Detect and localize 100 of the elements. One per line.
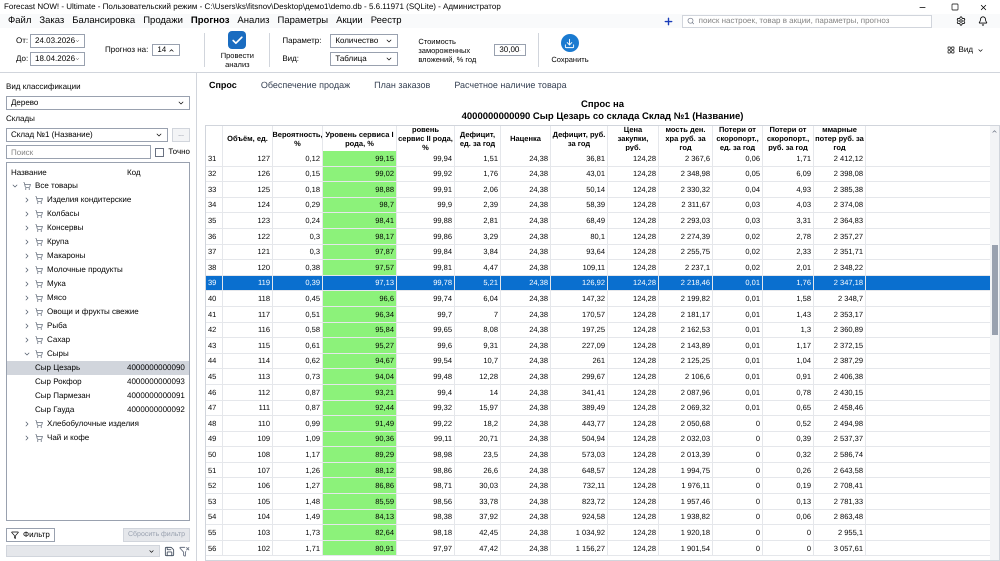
tree-item[interactable]: Изделия кондитерские — [7, 193, 189, 207]
date-field[interactable]: 18.04.2026 — [30, 52, 85, 66]
tab[interactable]: Расчетное наличие товара — [454, 79, 567, 93]
scroll-up-icon[interactable] — [991, 128, 998, 135]
cart-icon — [35, 308, 43, 316]
view-menu-button[interactable]: Вид — [946, 44, 984, 56]
tree-item[interactable]: Консервы — [7, 221, 189, 235]
search-icon — [687, 17, 695, 25]
tree-item[interactable]: Чай и кофе — [7, 431, 189, 445]
tree-item[interactable]: Рыба — [7, 319, 189, 333]
tree-item[interactable]: Сыр Рокфор 4000000000093 — [7, 375, 189, 389]
maximize-icon[interactable] — [951, 3, 959, 11]
cart-icon — [35, 238, 43, 246]
menu-item[interactable]: Продажи — [139, 14, 187, 28]
cart-icon — [35, 280, 43, 288]
cart-icon — [35, 420, 43, 428]
tab[interactable]: Обеспечение продаж — [260, 79, 350, 93]
analyze-checkbox[interactable] — [228, 31, 246, 49]
report-title: Спрос на — [580, 99, 624, 111]
menu-item[interactable]: Анализ — [233, 14, 274, 28]
download-icon — [560, 34, 579, 52]
add-icon[interactable] — [663, 16, 674, 26]
field-label: Прогноз на: — [105, 44, 148, 56]
save-icon[interactable] — [164, 546, 175, 556]
field-label: Вид: — [282, 53, 300, 65]
dropdown-caret-icon — [75, 37, 80, 45]
menu-item[interactable]: Балансировка — [68, 14, 140, 28]
column-header[interactable]: Название — [7, 167, 127, 179]
tree-item[interactable]: Крупа — [7, 235, 189, 249]
bell-icon[interactable] — [978, 16, 988, 26]
tree-item[interactable]: Мясо — [7, 291, 189, 305]
tree-item[interactable]: Сахар — [7, 333, 189, 347]
search-field[interactable]: Поиск — [6, 145, 152, 159]
number-spinner[interactable]: 30,00 — [494, 44, 526, 56]
tree-item[interactable]: Сыры — [7, 347, 189, 361]
store-select[interactable]: Склад №1 (Название) — [6, 128, 168, 142]
dropdown-caret-icon — [155, 131, 163, 139]
tab[interactable]: Спрос — [209, 79, 237, 93]
check-icon — [230, 34, 244, 46]
menu-item[interactable]: Акции — [332, 14, 367, 28]
dropdown-caret-icon — [385, 55, 394, 63]
menu-item[interactable]: Реестр — [366, 14, 406, 28]
close-icon[interactable] — [979, 2, 988, 12]
cart-icon — [35, 350, 43, 358]
cart-icon — [35, 266, 43, 274]
tab[interactable]: План заказов — [374, 79, 430, 93]
report-title: 4000000000090 Сыр Цезарь со склада Склад №1 (Название) — [462, 111, 744, 123]
tree-item[interactable]: Колбасы — [7, 207, 189, 221]
spin-icon — [168, 46, 176, 54]
cart-icon — [35, 336, 43, 344]
funnel-icon — [11, 531, 19, 539]
view-select[interactable]: Таблица — [330, 52, 398, 66]
checkbox-label: Точно — [168, 146, 190, 158]
cart-icon — [35, 322, 43, 330]
filter-button[interactable]: Фильтр — [6, 528, 55, 542]
cart-icon — [35, 294, 43, 302]
field-label: Вид классификации — [6, 81, 82, 93]
cart-icon — [23, 182, 31, 190]
tree-item[interactable]: Сыр Пармезан 4000000000091 — [7, 389, 189, 403]
cart-icon — [35, 196, 43, 204]
tree-item[interactable]: Молочные продукты — [7, 263, 189, 277]
field-label: Параметр: — [282, 35, 322, 47]
collapse-icon[interactable] — [23, 350, 31, 358]
field-label: От: — [16, 35, 26, 47]
date-field[interactable]: 24.03.2026 — [30, 34, 85, 48]
classification-select[interactable]: Дерево — [6, 96, 190, 110]
cart-icon — [35, 434, 43, 442]
clear-filter-icon[interactable] — [179, 546, 190, 556]
tree-item[interactable]: Сыр Цезарь 4000000000090 — [7, 361, 189, 375]
menu-item[interactable]: Прогноз — [186, 14, 234, 28]
cart-icon — [35, 252, 43, 260]
scrollbar-thumb[interactable] — [992, 245, 998, 335]
dropdown-caret-icon — [385, 37, 394, 45]
settings-icon[interactable] — [956, 16, 966, 26]
caret-icon — [977, 46, 984, 54]
tree-item[interactable]: Хлебобулочные изделия — [7, 417, 189, 431]
dropdown-caret-icon — [177, 99, 185, 107]
menu-item[interactable]: Параметры — [274, 14, 332, 28]
cart-icon — [35, 224, 43, 232]
scrollbar[interactable] — [990, 126, 999, 560]
tree-item[interactable]: Сыр Гауда 4000000000092 — [7, 403, 189, 417]
menu-item[interactable]: Заказ — [35, 14, 68, 28]
cart-icon — [35, 210, 43, 218]
field-label: Склады — [6, 113, 36, 125]
dropdown-caret-icon — [75, 55, 80, 63]
search-field[interactable]: поиск настроек, товар в акции, параметры, прогноз — [682, 14, 932, 28]
exact-checkbox[interactable] — [155, 148, 164, 156]
column-header[interactable]: Код — [127, 167, 141, 179]
collapse-icon[interactable] — [11, 182, 19, 190]
menu-item[interactable]: Файл — [4, 14, 36, 28]
parameter-select[interactable]: Количество — [330, 34, 398, 48]
grid-icon — [946, 46, 955, 54]
tree-item[interactable]: Все товары — [7, 179, 189, 193]
tree-item[interactable]: Мука — [7, 277, 189, 291]
number-spinner[interactable]: 14 — [152, 44, 180, 56]
tree-item[interactable]: Макароны — [7, 249, 189, 263]
tree-item[interactable]: Овощи и фрукты свежие — [7, 305, 189, 319]
window-title: Forecast NOW! - Ultimate - Пользовательский режим - C:\Users\ks\fitsnov\Desktop\демо1\demo.db - 5.6.11971 (SQLite) - Администратор — [4, 1, 502, 13]
field-label: До: — [16, 53, 26, 65]
dropdown-caret-icon — [148, 548, 155, 554]
